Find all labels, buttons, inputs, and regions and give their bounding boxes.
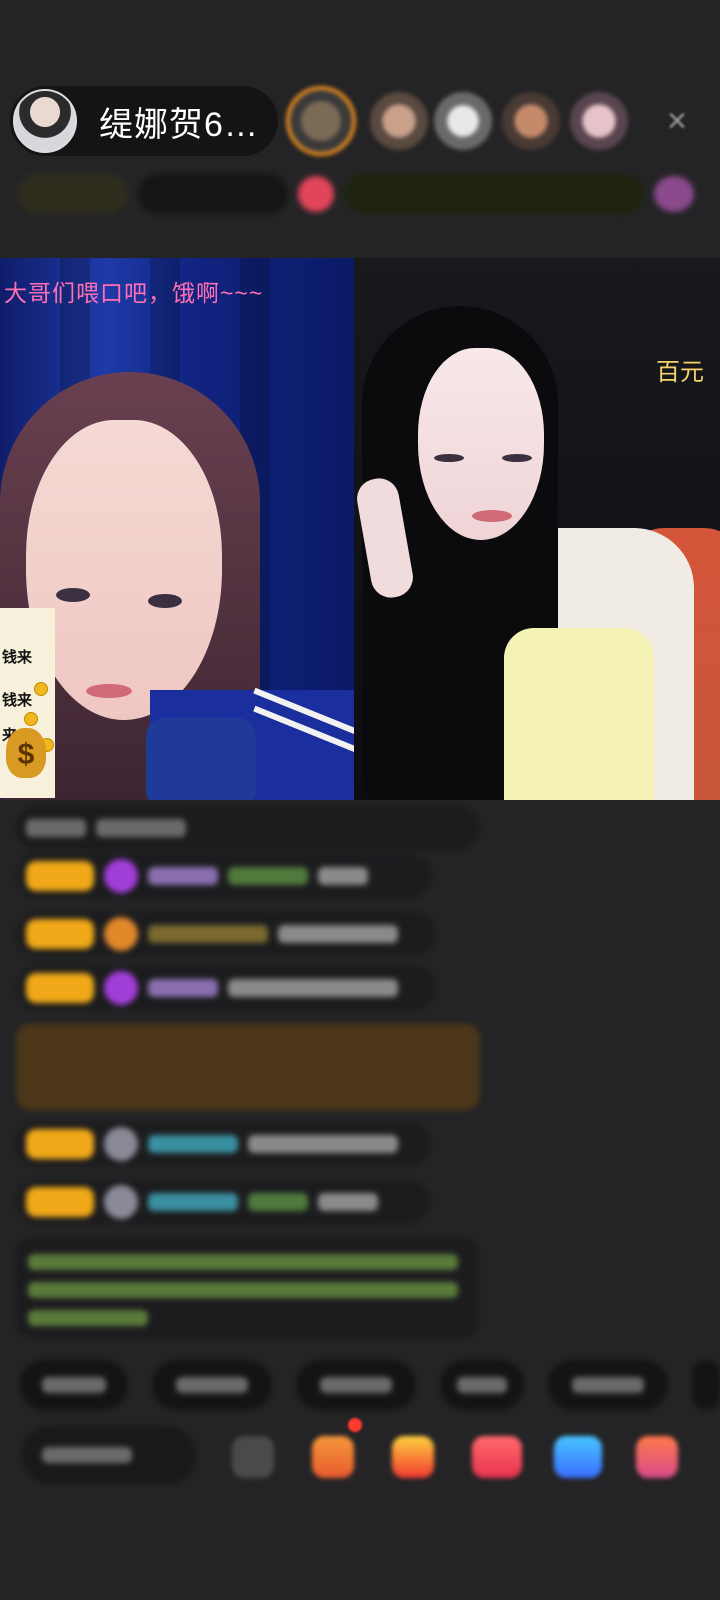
right-stream-caption: 百元 <box>656 359 704 386</box>
quick-reply-chip[interactable] <box>296 1360 416 1410</box>
close-icon[interactable]: × <box>660 104 694 138</box>
fan-club-icon[interactable] <box>472 1436 522 1478</box>
quick-reply-chip[interactable] <box>440 1360 524 1410</box>
chat-message[interactable] <box>16 1122 430 1166</box>
right-stream-video[interactable] <box>354 258 720 800</box>
viewer-avatar[interactable] <box>502 92 560 150</box>
chat-input[interactable] <box>22 1426 196 1484</box>
highlighted-chat-message[interactable] <box>16 1024 480 1110</box>
left-stream-caption: 大哥们喂口吧，饿啊~~~ <box>4 280 264 306</box>
game-icon[interactable] <box>554 1436 602 1478</box>
money-bag-icon: $ <box>6 728 46 778</box>
viewer-avatar[interactable] <box>434 92 492 150</box>
viewer-avatar[interactable] <box>370 92 428 150</box>
gift-box-icon[interactable] <box>312 1436 354 1478</box>
quick-reply-chip[interactable] <box>152 1360 272 1410</box>
chat-message[interactable] <box>16 806 480 850</box>
host-avatar[interactable] <box>13 89 77 153</box>
quick-reply-chip[interactable] <box>548 1360 668 1410</box>
chat-message[interactable] <box>16 854 432 898</box>
stream-info-bar[interactable] <box>18 170 698 218</box>
viewer-avatar[interactable] <box>570 92 628 150</box>
chat-message[interactable] <box>16 1180 430 1224</box>
top-viewer-avatar[interactable] <box>286 86 356 156</box>
gift-icon[interactable] <box>392 1436 434 1478</box>
more-icon[interactable] <box>636 1436 678 1478</box>
quick-reply-chip[interactable] <box>692 1360 720 1410</box>
host-info-pill[interactable]: 缇娜贺6… <box>10 86 278 156</box>
notification-dot <box>348 1418 362 1432</box>
chat-message[interactable] <box>16 912 436 956</box>
quick-reply-chip[interactable] <box>20 1360 128 1410</box>
chat-message[interactable] <box>16 966 436 1010</box>
system-notice-message <box>16 1238 478 1338</box>
host-name: 缇娜贺6… <box>99 105 259 144</box>
emoji-icon[interactable] <box>232 1436 274 1478</box>
money-sticker: 钱来 钱来 来 $ <box>0 608 55 798</box>
